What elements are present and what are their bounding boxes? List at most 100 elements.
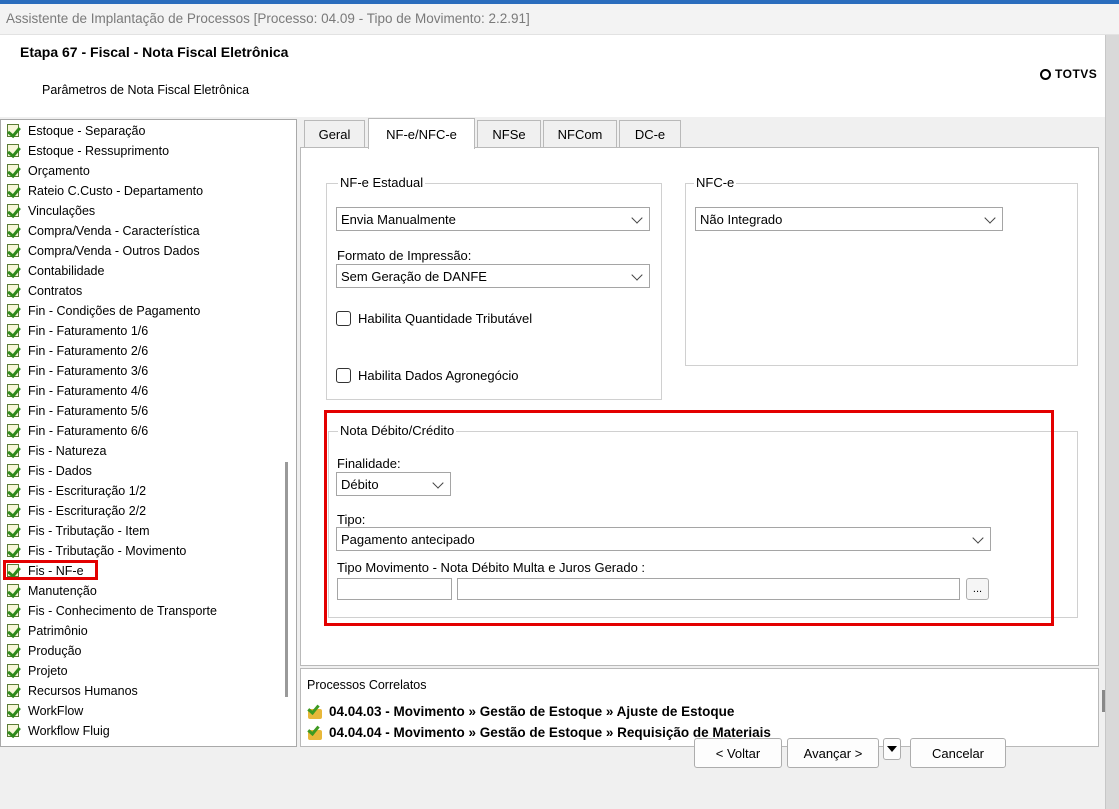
completed-check-icon — [7, 444, 21, 458]
tree-item[interactable]: Estoque - Ressuprimento — [7, 141, 169, 161]
chevron-down-icon — [631, 212, 643, 224]
window-title: Assistente de Implantação de Processos [… — [6, 11, 530, 26]
tree-item[interactable]: Orçamento — [7, 161, 90, 181]
completed-check-icon — [7, 304, 21, 318]
back-button[interactable]: < Voltar — [694, 738, 782, 768]
next-options-dropdown[interactable] — [883, 738, 901, 760]
completed-check-icon — [7, 464, 21, 478]
step-tree[interactable]: Estoque - Separação Estoque - Ressuprime… — [0, 119, 297, 747]
process-check-icon — [307, 724, 323, 740]
tree-item[interactable]: Fis - Escrituração 1/2 — [7, 481, 146, 501]
completed-check-icon — [7, 424, 21, 438]
tab-nfse[interactable]: NFSe — [477, 120, 541, 147]
logo-circle-icon — [1040, 68, 1051, 80]
process-check-icon — [307, 703, 323, 719]
tree-item[interactable]: Fis - Tributação - Movimento — [7, 541, 186, 561]
background-window-edge — [1105, 35, 1119, 809]
tree-item[interactable]: WorkFlow — [7, 701, 83, 721]
completed-check-icon — [7, 584, 21, 598]
completed-check-icon — [7, 624, 21, 638]
completed-check-icon — [7, 224, 21, 238]
tree-item[interactable]: Workflow Fluig — [7, 721, 110, 741]
completed-check-icon — [7, 124, 21, 138]
completed-check-icon — [7, 324, 21, 338]
nfce-value: Não Integrado — [700, 211, 783, 227]
tree-item[interactable]: Fin - Faturamento 5/6 — [7, 401, 148, 421]
tree-item[interactable]: Fin - Faturamento 4/6 — [7, 381, 148, 401]
tree-item[interactable]: Fis - Dados — [7, 461, 92, 481]
tab-dce[interactable]: DC-e — [619, 120, 681, 147]
completed-check-icon — [7, 144, 21, 158]
next-button[interactable]: Avançar > — [787, 738, 879, 768]
completed-check-icon — [7, 484, 21, 498]
tree-item[interactable]: Recursos Humanos — [7, 681, 138, 701]
completed-check-icon — [7, 264, 21, 278]
completed-check-icon — [7, 244, 21, 258]
nfe-estadual-title: NF-e Estadual — [338, 175, 426, 190]
tab-nfcom[interactable]: NFCom — [543, 120, 617, 147]
tree-item[interactable]: Produção — [7, 641, 82, 661]
processos-correlatos-panel: Processos Correlatos 04.04.03 - Moviment… — [300, 668, 1099, 747]
step-title: Etapa 67 - Fiscal - Nota Fiscal Eletrôni… — [20, 44, 289, 60]
completed-check-icon — [7, 184, 21, 198]
tab-nfe-nfce[interactable]: NF-e/NFC-e — [368, 118, 475, 149]
cancel-button[interactable]: Cancelar — [910, 738, 1006, 768]
correlatos-scrollbar[interactable] — [1102, 690, 1105, 712]
wizard-header: Etapa 67 - Fiscal - Nota Fiscal Eletrôni… — [0, 35, 1105, 117]
nfe-envio-value: Envia Manualmente — [341, 211, 456, 227]
step-subtitle: Parâmetros de Nota Fiscal Eletrônica — [42, 83, 250, 97]
formato-impressao-value: Sem Geração de DANFE — [341, 268, 487, 284]
completed-check-icon — [7, 604, 21, 618]
completed-check-icon — [7, 504, 21, 518]
dropdown-triangle-icon — [887, 746, 897, 752]
completed-check-icon — [7, 704, 21, 718]
chevron-down-icon — [631, 269, 643, 281]
nfe-envio-select[interactable]: Envia Manualmente — [336, 207, 650, 231]
completed-check-icon — [7, 344, 21, 358]
nfce-select[interactable]: Não Integrado — [695, 207, 1003, 231]
tab-geral[interactable]: Geral — [304, 120, 365, 147]
checkbox-box — [336, 311, 351, 326]
completed-check-icon — [7, 684, 21, 698]
habilita-qtd-tributavel-label: Habilita Quantidade Tributável — [358, 311, 533, 326]
tree-item[interactable]: Fin - Faturamento 6/6 — [7, 421, 148, 441]
formato-impressao-label: Formato de Impressão: — [337, 248, 472, 263]
tree-item[interactable]: Patrimônio — [7, 621, 88, 641]
tree-scrollbar[interactable] — [285, 462, 288, 697]
logo-text: TOTVS — [1055, 67, 1098, 81]
window-titlebar: Assistente de Implantação de Processos [… — [0, 4, 1119, 35]
completed-check-icon — [7, 204, 21, 218]
tree-item[interactable]: Contabilidade — [7, 261, 104, 281]
tree-item[interactable]: Vinculações — [7, 201, 95, 221]
completed-check-icon — [7, 664, 21, 678]
completed-check-icon — [7, 544, 21, 558]
tree-item[interactable]: Compra/Venda - Outros Dados — [7, 241, 200, 261]
checkbox-box — [336, 368, 351, 383]
tree-item[interactable]: Fin - Faturamento 1/6 — [7, 321, 148, 341]
completed-check-icon — [7, 364, 21, 378]
completed-check-icon — [7, 724, 21, 738]
tree-item[interactable]: Fis - Escrituração 2/2 — [7, 501, 146, 521]
tree-item[interactable]: Compra/Venda - Característica — [7, 221, 200, 241]
chevron-down-icon — [984, 212, 996, 224]
tree-item[interactable]: Fin - Condições de Pagamento — [7, 301, 200, 321]
tree-item[interactable]: Fis - Tributação - Item — [7, 521, 150, 541]
tree-item[interactable]: Estoque - Separação — [7, 121, 145, 141]
habilita-qtd-tributavel-checkbox[interactable]: Habilita Quantidade Tributável — [336, 311, 532, 326]
tree-item[interactable]: Manutenção — [7, 581, 97, 601]
tree-item[interactable]: Fis - Natureza — [7, 441, 107, 461]
tree-item[interactable]: Contratos — [7, 281, 82, 301]
tree-item[interactable]: Fin - Faturamento 2/6 — [7, 341, 148, 361]
correlato-link[interactable]: 04.04.03 - Movimento » Gestão de Estoque… — [307, 703, 734, 719]
habilita-dados-agro-checkbox[interactable]: Habilita Dados Agronegócio — [336, 368, 518, 383]
tree-item[interactable]: Rateio C.Custo - Departamento — [7, 181, 203, 201]
tree-item[interactable]: Fin - Faturamento 3/6 — [7, 361, 148, 381]
completed-check-icon — [7, 524, 21, 538]
completed-check-icon — [7, 384, 21, 398]
completed-check-icon — [7, 164, 21, 178]
tree-item[interactable]: Projeto — [7, 661, 68, 681]
formato-impressao-select[interactable]: Sem Geração de DANFE — [336, 264, 650, 288]
completed-check-icon — [7, 644, 21, 658]
completed-check-icon — [7, 404, 21, 418]
tree-item[interactable]: Fis - Conhecimento de Transporte — [7, 601, 217, 621]
